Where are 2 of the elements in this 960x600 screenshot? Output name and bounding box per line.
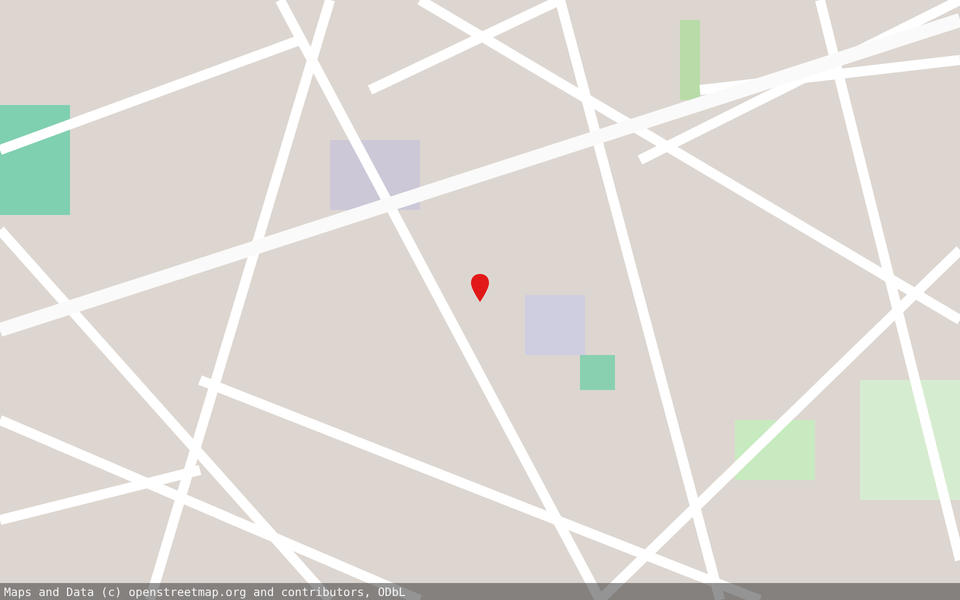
- map-marker-icon: [471, 274, 489, 302]
- attribution-text: Maps and Data (c) openstreetmap.org and contributors, ODbL: [4, 584, 406, 598]
